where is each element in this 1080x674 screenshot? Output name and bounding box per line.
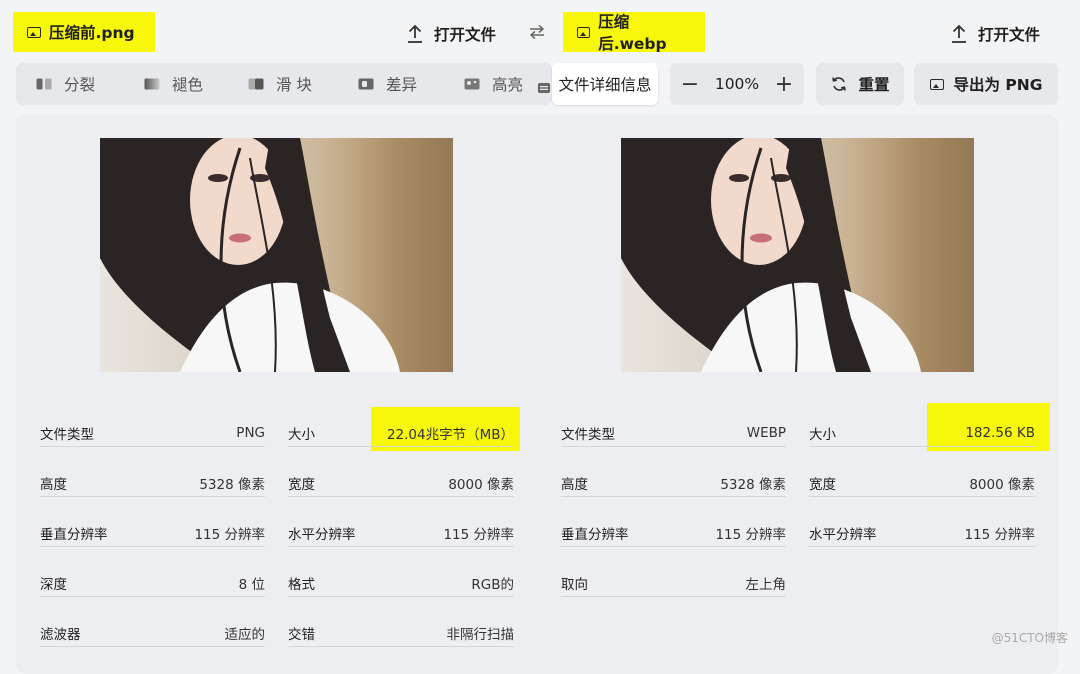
right-open-file-button[interactable]: 打开文件 [950, 18, 1040, 50]
right-info-row: 大小 182.56 KB [809, 420, 1035, 447]
left-info-row: 格式 RGB的 [288, 570, 514, 597]
left-info-row: 高度 5328 像素 [40, 470, 265, 497]
info-label: 高度 [40, 477, 67, 493]
info-value: 8 位 [238, 577, 265, 593]
info-value: 5328 像素 [720, 477, 786, 493]
difference-icon [358, 78, 374, 90]
list-icon [538, 78, 550, 93]
info-value: 左上角 [745, 577, 787, 593]
info-value: 22.04兆字节（MB） [386, 427, 514, 443]
right-file-title: 压缩后.webp [563, 12, 705, 53]
info-label: 滤波器 [40, 627, 81, 643]
info-label: 交错 [288, 627, 315, 643]
left-file-title: 压缩前.png [13, 12, 155, 52]
mode-difference-label: 差异 [386, 76, 418, 94]
info-value: 115 分辨率 [715, 527, 786, 543]
upload-icon [952, 24, 966, 43]
watermark: @51CTO博客 [991, 631, 1068, 645]
zoom-out-button[interactable]: − [670, 63, 710, 105]
split-icon [36, 78, 52, 90]
left-file-name: 压缩前.png [49, 24, 135, 42]
mode-highlight-label: 高亮 [492, 76, 524, 94]
info-label: 宽度 [809, 477, 836, 493]
zoom-level: 100% [714, 75, 760, 93]
file-details-button[interactable]: 文件详细信息 [552, 63, 658, 105]
left-info-row: 滤波器 适应的 [40, 620, 265, 647]
info-value: 8000 像素 [448, 477, 514, 493]
info-label: 大小 [809, 427, 836, 443]
info-label: 宽度 [288, 477, 315, 493]
info-label: 垂直分辨率 [561, 527, 629, 543]
right-info-row: 取向 左上角 [561, 570, 786, 597]
info-value: 115 分辨率 [964, 527, 1035, 543]
info-label: 高度 [561, 477, 588, 493]
left-open-file-label: 打开文件 [434, 26, 497, 44]
left-info-row: 文件类型 PNG [40, 420, 265, 447]
highlight-icon [464, 78, 480, 90]
right-info-row: 高度 5328 像素 [561, 470, 786, 497]
info-value: PNG [236, 425, 265, 441]
info-label: 深度 [40, 577, 67, 593]
info-label: 取向 [561, 577, 588, 593]
right-info-row: 水平分辨率 115 分辨率 [809, 520, 1035, 547]
info-value: 182.56 KB [965, 425, 1035, 441]
right-open-file-label: 打开文件 [978, 26, 1041, 44]
info-label: 垂直分辨率 [40, 527, 108, 543]
info-value: 5328 像素 [199, 477, 265, 493]
info-label: 水平分辨率 [809, 527, 877, 543]
left-info-row: 水平分辨率 115 分辨率 [288, 520, 514, 547]
file-details-label: 文件详细信息 [558, 76, 652, 94]
right-info-row: 宽度 8000 像素 [809, 470, 1035, 497]
mode-fade-label: 褪色 [172, 76, 204, 94]
mode-highlight-button[interactable]: 高亮 [464, 63, 523, 105]
info-value: 适应的 [224, 627, 266, 643]
mode-split-button[interactable]: 分裂 [36, 63, 95, 105]
image-icon [929, 78, 944, 90]
right-info-row: 垂直分辨率 115 分辨率 [561, 520, 786, 547]
right-info-row: 文件类型 WEBP [561, 420, 786, 447]
reset-label: 重置 [858, 76, 890, 94]
info-value: 115 分辨率 [194, 527, 265, 543]
swap-icon[interactable] [528, 24, 548, 44]
reset-button[interactable]: 重置 [816, 63, 904, 105]
info-label: 水平分辨率 [288, 527, 356, 543]
info-value: 非隔行扫描 [446, 627, 515, 643]
before-image-preview [100, 138, 453, 372]
info-label: 大小 [288, 427, 315, 443]
left-open-file-button[interactable]: 打开文件 [406, 18, 496, 50]
left-info-row: 宽度 8000 像素 [288, 470, 514, 497]
export-png-button[interactable]: 导出为 PNG [914, 63, 1058, 105]
info-value: WEBP [746, 425, 786, 441]
right-file-name: 压缩后.webp [598, 13, 667, 53]
left-info-row: 深度 8 位 [40, 570, 265, 597]
export-png-label: 导出为 PNG [953, 76, 1043, 94]
info-label: 格式 [288, 577, 315, 593]
reset-icon [832, 77, 847, 91]
zoom-control: − 100% + [670, 63, 804, 105]
image-file-icon [577, 26, 591, 38]
mode-slider-label: 滑 块 [276, 76, 312, 94]
info-label: 文件类型 [561, 427, 615, 443]
left-info-row: 交错 非隔行扫描 [288, 620, 514, 647]
info-value: 8000 像素 [969, 477, 1035, 493]
zoom-in-button[interactable]: + [764, 63, 804, 105]
info-label: 文件类型 [40, 427, 94, 443]
left-info-row: 垂直分辨率 115 分辨率 [40, 520, 265, 547]
left-info-row: 大小 22.04兆字节（MB） [288, 420, 514, 447]
mode-difference-button[interactable]: 差异 [358, 63, 417, 105]
mode-fade-button[interactable]: 褪色 [144, 63, 203, 105]
fade-icon [144, 78, 160, 90]
upload-icon [408, 24, 422, 43]
mode-split-label: 分裂 [64, 76, 96, 94]
mode-slider-button[interactable]: 滑 块 [248, 63, 312, 105]
image-file-icon [27, 26, 41, 38]
info-value: RGB的 [471, 577, 514, 593]
slider-icon [248, 78, 264, 90]
info-value: 115 分辨率 [443, 527, 514, 543]
after-image-preview [621, 138, 974, 372]
